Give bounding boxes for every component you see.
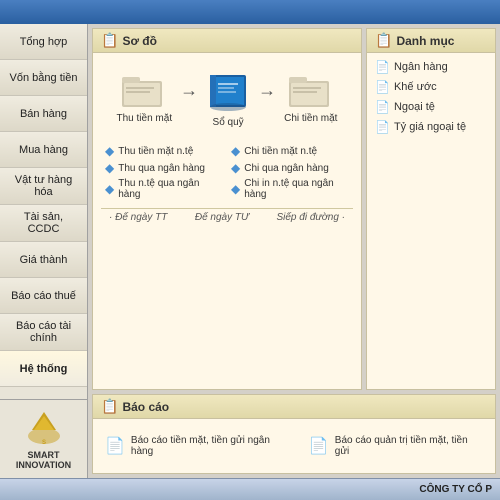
sidebar-item-bao-cao-tai-chinh[interactable]: Báo cáo tài chính — [0, 314, 87, 351]
sub-item-chi-in-nte-qua-ngan-hang[interactable]: ◆ Chi in n.tệ qua ngân hàng — [231, 178, 349, 200]
flow-item-thu-tien-mat: Thu tiền mặt — [117, 73, 173, 124]
bao-cao-item-label-1: Báo cáo tiền mặt, tiền gửi ngân hàng — [131, 435, 293, 457]
so-do-panel: 📋 Sơ đồ — [92, 28, 362, 390]
footer-label-3: Siếp đi đường · — [276, 212, 345, 223]
bao-cao-doc-icon-2: 📄 — [309, 436, 329, 456]
sub-item-label-3: Thu qua ngân hàng — [118, 163, 205, 174]
book-so-quy — [206, 69, 250, 113]
bottom-bar: CÔNG TY CỔ P — [0, 478, 500, 500]
sidebar-item-bao-cao-thue[interactable]: Báo cáo thuế — [0, 278, 87, 314]
arrow-1: → — [180, 80, 198, 101]
sub-item-thu-qua-ngan-hang[interactable]: ◆ Thu qua ngân hàng — [105, 161, 223, 175]
danh-muc-item-ngan-hang[interactable]: 📄 Ngân hàng — [373, 59, 489, 75]
arrow-2: → — [258, 80, 276, 101]
chi-tien-mat-label: Chi tiền mặt — [284, 113, 337, 124]
top-content: 📋 Sơ đồ — [92, 28, 496, 390]
folder-chi-tien-mat — [289, 73, 333, 109]
bao-cao-icon: 📋 — [101, 398, 118, 415]
smart-innovation-logo: S — [24, 408, 64, 448]
danh-muc-item-label-4: Tỷ giá ngoại tệ — [394, 121, 466, 133]
bao-cao-panel: 📋 Báo cáo 📄 Báo cáo tiền mặt, tiền gửi n… — [92, 394, 496, 474]
flow-item-so-quy: Sổ quỹ — [206, 69, 250, 128]
flow-diagram: Thu tiền mặt → — [101, 61, 353, 136]
diamond-icon-3: ◆ — [105, 161, 114, 175]
content-area: 📋 Sơ đồ — [88, 24, 500, 478]
logo-text: SMART INNOVATION — [8, 450, 79, 470]
danh-muc-items: 📄 Ngân hàng 📄 Khế ước 📄 Ngoại tệ 📄 — [367, 53, 495, 141]
sub-item-chi-tien-mat-nte[interactable]: ◆ Chi tiền mặt n.tệ — [231, 144, 349, 158]
bao-cao-content: 📄 Báo cáo tiền mặt, tiền gửi ngân hàng 📄… — [93, 419, 495, 473]
danh-muc-panel: 📋 Danh mục 📄 Ngân hàng 📄 Khế ước — [366, 28, 496, 390]
danh-muc-item-label-3: Ngoại tệ — [394, 101, 435, 113]
app-container: Tổng hợpVốn bằng tiềnBán hàngMua hàngVật… — [0, 0, 500, 500]
so-do-icon: 📋 — [101, 32, 118, 49]
doc-icon-2: 📄 — [375, 80, 390, 94]
sub-item-label-4: Chi qua ngân hàng — [244, 163, 329, 174]
bao-cao-title: Báo cáo — [122, 400, 169, 414]
diamond-icon-4: ◆ — [231, 161, 240, 175]
sidebar-item-gia-thanh[interactable]: Giá thành — [0, 242, 87, 278]
footer-label-2: Đế ngày TƯ — [195, 212, 249, 223]
so-do-title: Sơ đồ — [122, 34, 157, 48]
bao-cao-item-label-2: Báo cáo quản trị tiền mặt, tiền gửi — [335, 435, 483, 457]
so-do-header: 📋 Sơ đồ — [93, 29, 361, 53]
flow-item-chi-tien-mat: Chi tiền mặt — [284, 73, 337, 124]
so-do-content: Thu tiền mặt → — [93, 53, 361, 389]
sidebar-item-vat-tu-hang-hoa[interactable]: Vật tư hàng hóa — [0, 168, 87, 205]
svg-text:S: S — [41, 440, 45, 446]
bao-cao-item-2[interactable]: 📄 Báo cáo quản trị tiền mặt, tiền gửi — [309, 435, 483, 457]
doc-icon-3: 📄 — [375, 100, 390, 114]
sub-item-label-2: Chi tiền mặt n.tệ — [244, 146, 317, 157]
sub-items-grid: ◆ Thu tiền mặt n.tệ ◆ Chi tiền mặt n.tệ … — [101, 144, 353, 200]
sub-item-label-1: Thu tiền mặt n.tệ — [118, 146, 193, 157]
footer-labels: · Đế ngày TT Đế ngày TƯ Siếp đi đường · — [101, 208, 353, 226]
sidebar-item-he-thong[interactable]: Hệ thống — [0, 351, 87, 387]
bao-cao-item-1[interactable]: 📄 Báo cáo tiền mặt, tiền gửi ngân hàng — [105, 435, 293, 457]
danh-muc-item-label-2: Khế ước — [394, 81, 437, 93]
sub-item-chi-qua-ngan-hang[interactable]: ◆ Chi qua ngân hàng — [231, 161, 349, 175]
sidebar-item-tai-san-ccdc[interactable]: Tài sản, CCDC — [0, 205, 87, 242]
footer-label-1: · Đế ngày TT — [109, 212, 167, 223]
sidebar-item-von-bang-tien[interactable]: Vốn bằng tiền — [0, 60, 87, 96]
sidebar: Tổng hợpVốn bằng tiềnBán hàngMua hàngVật… — [0, 24, 88, 478]
danh-muc-item-label-1: Ngân hàng — [394, 61, 448, 73]
danh-muc-header: 📋 Danh mục — [367, 29, 495, 53]
sidebar-item-tong-hop[interactable]: Tổng hợp — [0, 24, 87, 60]
sidebar-item-mua-hang[interactable]: Mua hàng — [0, 132, 87, 168]
sidebar-logo: S SMART INNOVATION — [0, 399, 87, 478]
sub-item-label-5: Thu n.tệ qua ngân hàng — [118, 178, 223, 200]
so-quy-label: Sổ quỹ — [213, 117, 244, 128]
sub-item-thu-tien-mat-nte[interactable]: ◆ Thu tiền mặt n.tệ — [105, 144, 223, 158]
danh-muc-item-ty-gia-ngoai-te[interactable]: 📄 Tỷ giá ngoại tệ — [373, 119, 489, 135]
bao-cao-doc-icon-1: 📄 — [105, 436, 125, 456]
diamond-icon-2: ◆ — [231, 144, 240, 158]
sub-item-thu-nte-qua-ngan-hang[interactable]: ◆ Thu n.tệ qua ngân hàng — [105, 178, 223, 200]
sub-item-label-6: Chi in n.tệ qua ngân hàng — [244, 178, 349, 200]
folder-thu-tien-mat — [122, 73, 166, 109]
sidebar-item-ban-hang[interactable]: Bán hàng — [0, 96, 87, 132]
top-bar — [0, 0, 500, 24]
bao-cao-header: 📋 Báo cáo — [93, 395, 495, 419]
thu-tien-mat-label: Thu tiền mặt — [117, 113, 173, 124]
doc-icon-1: 📄 — [375, 60, 390, 74]
bottom-bar-text: CÔNG TY CỔ P — [419, 484, 492, 495]
danh-muc-item-ngoai-te[interactable]: 📄 Ngoại tệ — [373, 99, 489, 115]
diamond-icon-5: ◆ — [105, 182, 114, 196]
doc-icon-4: 📄 — [375, 120, 390, 134]
danh-muc-title: Danh mục — [396, 34, 454, 48]
diamond-icon-6: ◆ — [231, 182, 240, 196]
danh-muc-icon: 📋 — [375, 32, 392, 49]
diamond-icon-1: ◆ — [105, 144, 114, 158]
danh-muc-item-khe-uoc[interactable]: 📄 Khế ước — [373, 79, 489, 95]
main-layout: Tổng hợpVốn bằng tiềnBán hàngMua hàngVật… — [0, 24, 500, 478]
